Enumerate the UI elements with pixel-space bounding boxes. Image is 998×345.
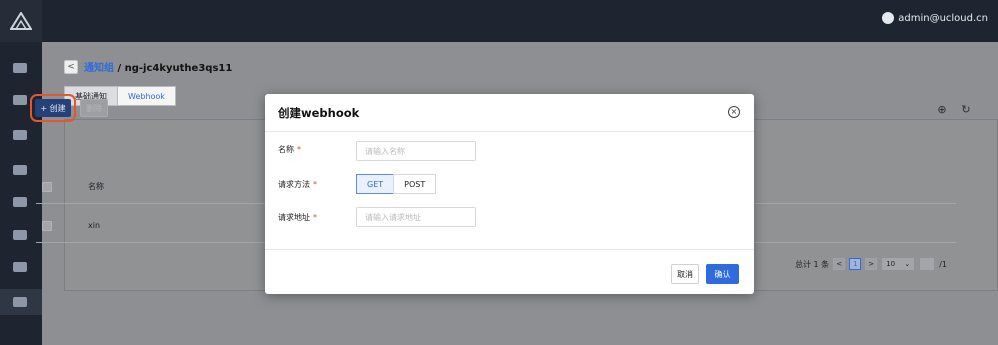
breadcrumb-parent[interactable]: 通知组 (84, 63, 114, 74)
url-label: 请求地址 (278, 213, 310, 222)
sidebar-item-logs[interactable] (13, 230, 27, 240)
user-icon (882, 12, 895, 24)
dialog-title: 创建webhook (265, 94, 754, 132)
logo[interactable] (0, 0, 42, 42)
notify-icon (13, 297, 27, 307)
method-field-label: 请求方法 * (278, 179, 317, 190)
refresh-icon[interactable]: ↻ (958, 101, 974, 117)
url-field-label: 请求地址 * (278, 212, 317, 223)
sidebar-item-alerts[interactable] (13, 165, 27, 175)
method-label: 请求方法 (278, 180, 310, 189)
method-post-button[interactable]: POST (393, 174, 437, 194)
settings-icon[interactable]: ⊕ (934, 101, 950, 117)
page-size-select[interactable]: 10 ⌄ (881, 257, 916, 271)
top-bar: admin@ucloud.cn (0, 0, 998, 42)
row-name: xin (88, 221, 101, 230)
page-size-value: 10 (886, 260, 896, 268)
name-input[interactable]: 请输入名称 (356, 141, 476, 161)
breadcrumb-separator: / (114, 63, 125, 74)
name-label: 名称 (278, 145, 294, 154)
user-menu[interactable]: admin@ucloud.cn (882, 12, 988, 24)
sidebar-item-reports[interactable] (13, 262, 27, 272)
method-selector: GET POST (356, 174, 437, 194)
next-page-button[interactable]: > (865, 258, 878, 270)
required-mark: * (313, 180, 317, 189)
row-checkbox[interactable] (42, 220, 52, 231)
sidebar-item-monitor[interactable] (13, 95, 27, 105)
page-jump-input[interactable] (919, 257, 936, 271)
page-count: /1 (939, 259, 947, 269)
create-button[interactable]: + 创建 (30, 94, 76, 122)
user-name: admin@ucloud.cn (898, 12, 988, 24)
back-button[interactable]: < (64, 59, 78, 74)
name-field-label: 名称 * (278, 144, 301, 155)
sidebar-item-resources[interactable] (13, 130, 27, 140)
total-count: 总计 1 条 (795, 259, 830, 269)
method-get-button[interactable]: GET (356, 174, 395, 194)
sidebar-item-storage[interactable] (13, 197, 27, 207)
column-header-name: 名称 (88, 182, 104, 191)
chevron-down-icon: ⌄ (904, 260, 911, 268)
breadcrumb-current: ng-jc4kyuthe3qs11 (124, 63, 233, 74)
tab-webhook[interactable]: Webhook (117, 86, 176, 106)
delete-button[interactable]: 删除 (80, 99, 108, 117)
select-all-checkbox[interactable] (42, 181, 52, 192)
create-webhook-dialog: 创建webhook × 名称 * 请输入名称 请求方法 * GET POST 请求地… (265, 94, 754, 294)
sidebar-item-dashboard[interactable] (13, 63, 27, 73)
required-mark: * (297, 145, 301, 154)
logo-icon (10, 12, 32, 30)
dialog-footer: 取消 确认 (265, 249, 754, 294)
page-1-button[interactable]: 1 (849, 258, 862, 270)
pagination: 总计 1 条 < 1 > 10 ⌄ /1 (795, 257, 947, 271)
required-mark: * (313, 213, 317, 222)
cancel-button[interactable]: 取消 (671, 264, 699, 284)
close-icon[interactable]: × (728, 106, 740, 118)
prev-page-button[interactable]: < (833, 258, 846, 270)
breadcrumb: < 通知组 / ng-jc4kyuthe3qs11 (64, 59, 232, 74)
url-input[interactable]: 请输入请求地址 (356, 207, 476, 227)
confirm-button[interactable]: 确认 (706, 264, 739, 284)
